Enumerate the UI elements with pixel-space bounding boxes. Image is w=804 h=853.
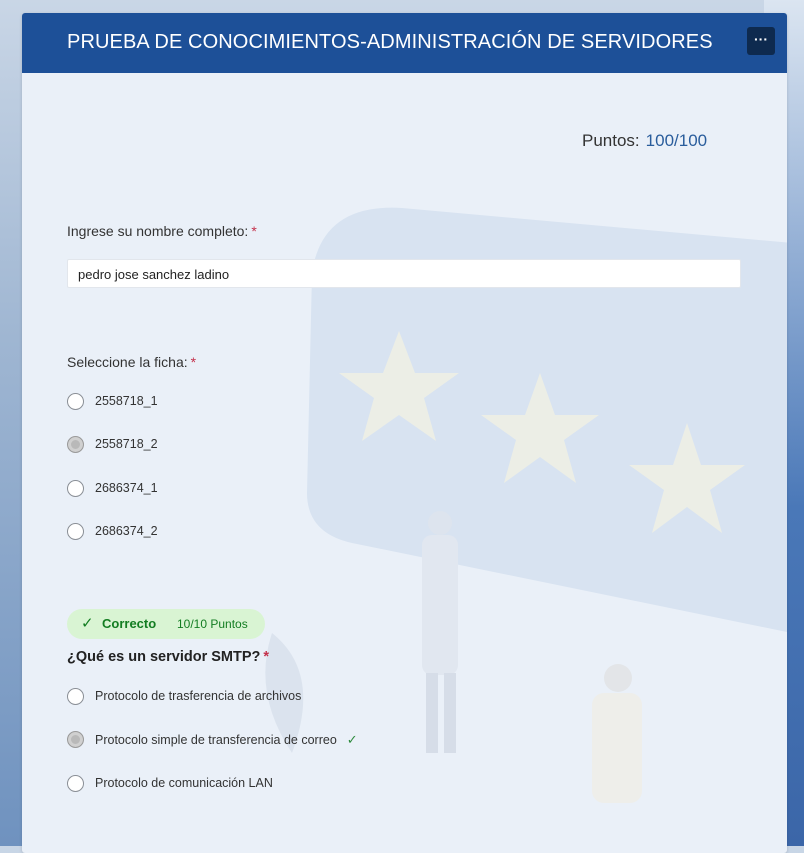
radio-button[interactable] [67, 775, 84, 792]
question-smtp-label: ¿Qué es un servidor SMTP? * [67, 649, 269, 665]
option-label: 2686374_1 [95, 481, 158, 495]
radio-button[interactable] [67, 480, 84, 497]
radio-button[interactable] [67, 393, 84, 410]
radio-button-selected[interactable] [67, 436, 84, 453]
question-text: Ingrese su nombre completo: [67, 223, 249, 239]
more-options-button[interactable]: ··· [747, 27, 775, 55]
correct-check-icon: ✓ [346, 732, 358, 747]
form-card: PRUEBA DE CONOCIMIENTOS-ADMINISTRACIÓN D… [22, 13, 787, 853]
option-label: 2558718_1 [95, 394, 158, 408]
option-label: Protocolo de trasferencia de archivos [95, 689, 302, 703]
full-name-input[interactable]: pedro jose sanchez ladino [67, 259, 741, 288]
check-icon: ✓ [81, 615, 94, 632]
question-ficha-label: Seleccione la ficha: * [67, 354, 196, 370]
option-text: Protocolo simple de transferencia de cor… [95, 733, 337, 747]
badge-title: Correcto [102, 616, 157, 631]
form-title: PRUEBA DE CONOCIMIENTOS-ADMINISTRACIÓN D… [67, 31, 713, 53]
score-value: 100/100 [645, 131, 708, 150]
radio-button[interactable] [67, 688, 84, 705]
question-name-label: Ingrese su nombre completo: * [67, 223, 257, 239]
option-label: 2686374_2 [95, 524, 158, 538]
required-marker: * [190, 354, 197, 370]
required-marker: * [263, 649, 270, 665]
question-text: Seleccione la ficha: [67, 354, 188, 370]
score-display: Puntos: 100/100 [582, 131, 707, 151]
radio-button-selected[interactable] [67, 731, 84, 748]
option-label: Protocolo de comunicación LAN [95, 776, 273, 790]
form-header: PRUEBA DE CONOCIMIENTOS-ADMINISTRACIÓN D… [22, 13, 787, 73]
score-label: Puntos: [582, 131, 640, 150]
required-marker: * [251, 223, 257, 239]
question-text: ¿Qué es un servidor SMTP? [67, 649, 261, 665]
correct-badge: ✓ Correcto 10/10 Puntos [67, 609, 265, 639]
radio-button[interactable] [67, 523, 84, 540]
badge-points: 10/10 Puntos [177, 617, 248, 631]
option-label: Protocolo simple de transferencia de cor… [95, 732, 358, 748]
option-label: 2558718_2 [95, 437, 158, 451]
